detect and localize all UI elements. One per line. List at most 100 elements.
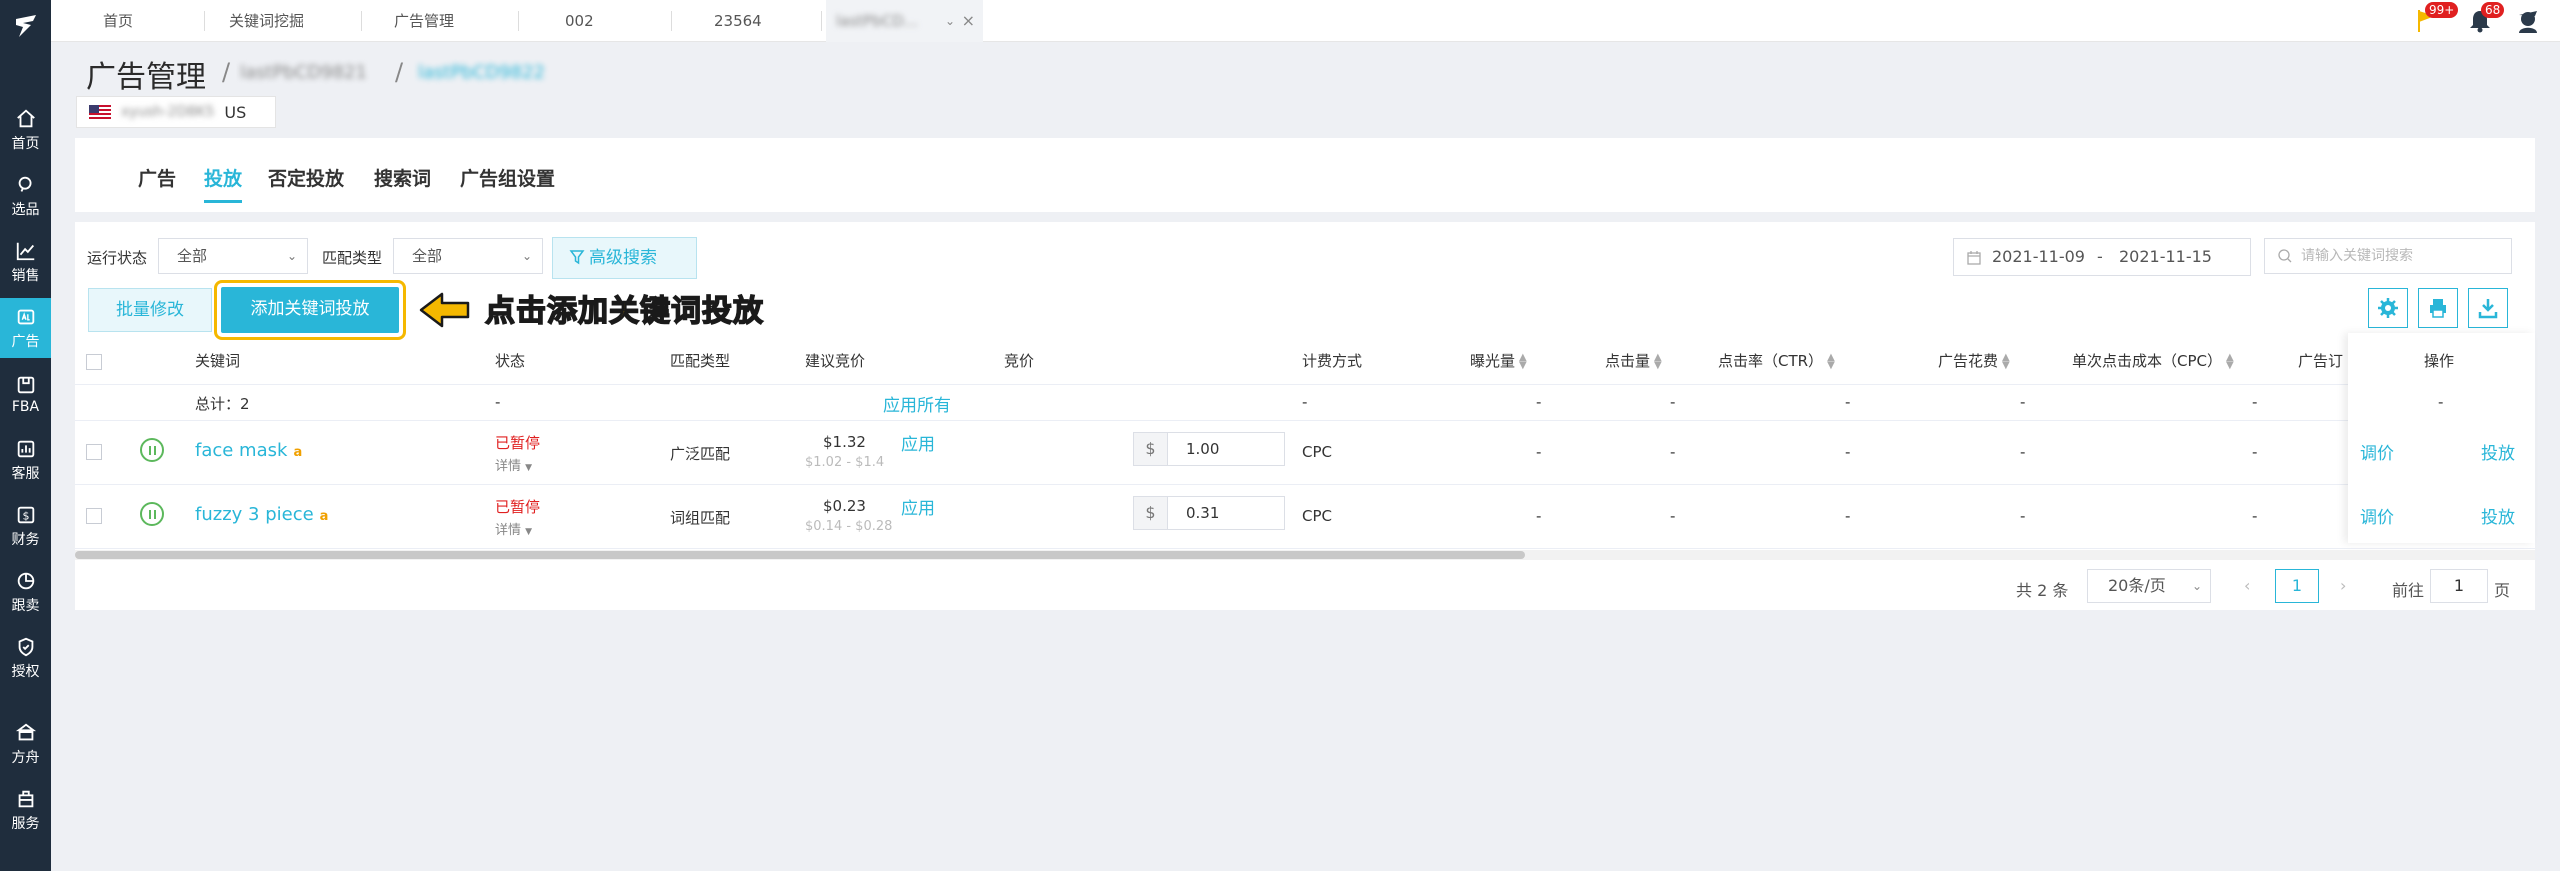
- match-type: 广泛匹配: [670, 445, 731, 463]
- page-size-select[interactable]: 20条/页 ⌄: [2087, 569, 2211, 603]
- sidebar-item-selection[interactable]: 选品: [0, 166, 51, 226]
- apply-link[interactable]: 应用: [901, 494, 935, 519]
- advanced-search-button[interactable]: 高级搜索: [552, 237, 697, 279]
- sidebar-item-label: 财务: [11, 531, 40, 548]
- match-type-select[interactable]: 全部 ⌄: [393, 238, 543, 274]
- page-number-current[interactable]: 1: [2275, 569, 2319, 603]
- close-icon[interactable]: ×: [962, 0, 975, 42]
- breadcrumb-separator: /: [222, 58, 231, 86]
- sidebar-item-ads[interactable]: 广告: [0, 298, 51, 358]
- tab-separator: [821, 11, 822, 31]
- tab-targeting[interactable]: 投放: [204, 164, 243, 203]
- flag-badge: 99+: [2425, 2, 2459, 18]
- date-range-picker[interactable]: 2021-11-09 - 2021-11-15: [1953, 238, 2251, 276]
- bid-input[interactable]: $ 1.00: [1133, 432, 1285, 466]
- chevron-down-icon[interactable]: ⌄: [945, 0, 955, 42]
- header-impressions[interactable]: 曝光量 ▲ ▼: [1470, 350, 1527, 371]
- tab-ad-management[interactable]: 广告管理: [394, 0, 454, 42]
- keyword-search-input[interactable]: 请输入关键词搜索: [2264, 238, 2512, 274]
- tab-current-label: lastPbCD...: [836, 12, 918, 30]
- header-cpc-label: 单次点击成本（CPC）: [2072, 352, 2222, 370]
- place-link[interactable]: 投放: [2481, 503, 2515, 528]
- user-avatar[interactable]: [2513, 6, 2543, 36]
- bell-notification[interactable]: 68: [2465, 2, 2505, 36]
- header-ctr-label: 点击率（CTR）: [1718, 352, 1824, 370]
- apply-all-link[interactable]: 应用所有: [883, 391, 951, 416]
- run-status-select[interactable]: 全部 ⌄: [158, 238, 308, 274]
- download-button[interactable]: [2468, 288, 2508, 328]
- flag-notification[interactable]: 99+: [2411, 2, 2459, 36]
- settings-button[interactable]: [2368, 288, 2408, 328]
- building-icon: [18, 790, 33, 807]
- impressions: -: [1536, 507, 1542, 525]
- spend: -: [2020, 443, 2026, 461]
- pause-status-icon[interactable]: [140, 502, 164, 526]
- sort-icon[interactable]: ▲ ▼: [2226, 352, 2234, 370]
- app-logo-icon[interactable]: [0, 6, 51, 46]
- place-link[interactable]: 投放: [2481, 439, 2515, 464]
- detail-link[interactable]: 详情 ▼: [495, 519, 532, 538]
- tab-ad-group-settings[interactable]: 广告组设置: [460, 164, 555, 191]
- tab-23564[interactable]: 23564: [714, 0, 762, 42]
- suggested-range: $1.02 - $1.4: [805, 455, 885, 470]
- adjust-price-link[interactable]: 调价: [2360, 439, 2394, 464]
- scrollbar-thumb[interactable]: [75, 551, 1525, 559]
- currency-prefix: $: [1134, 433, 1168, 465]
- sidebar-item-fba[interactable]: FBA: [0, 364, 51, 424]
- keyword-text: fuzzy 3 piece: [195, 504, 314, 525]
- store-selector[interactable]: xyush-2D8K5 US: [76, 96, 276, 128]
- tab-negative-targeting[interactable]: 否定投放: [268, 164, 344, 191]
- status-text: 已暂停: [495, 498, 541, 516]
- sort-icon[interactable]: ▲ ▼: [1654, 352, 1662, 370]
- summary-label: 总计：2: [195, 395, 250, 413]
- next-page-button[interactable]: ›: [2340, 576, 2346, 595]
- sidebar-item-auth[interactable]: 授权: [0, 628, 51, 688]
- bid-value: 0.31: [1186, 504, 1220, 522]
- tab-search-terms[interactable]: 搜索词: [374, 164, 431, 191]
- goto-page-input[interactable]: 1: [2430, 569, 2488, 603]
- amazon-icon: a: [293, 445, 303, 460]
- tab-002[interactable]: 002: [565, 0, 594, 42]
- header-cpc[interactable]: 单次点击成本（CPC） ▲ ▼: [2072, 350, 2234, 371]
- summary-spend: -: [2020, 393, 2026, 411]
- sidebar-item-ark[interactable]: 方舟: [0, 714, 51, 774]
- row-checkbox[interactable]: [86, 508, 102, 524]
- row-checkbox[interactable]: [86, 444, 102, 460]
- horizontal-scrollbar[interactable]: [75, 550, 2535, 560]
- adjust-price-link[interactable]: 调价: [2360, 503, 2394, 528]
- bid-input[interactable]: $ 0.31: [1133, 496, 1285, 530]
- select-all-checkbox[interactable]: [86, 354, 102, 370]
- prev-page-button[interactable]: ‹: [2244, 576, 2250, 595]
- sidebar-item-finance[interactable]: $ 财务: [0, 496, 51, 556]
- header-ctr[interactable]: 点击率（CTR） ▲ ▼: [1718, 350, 1835, 371]
- suggested-range: $0.14 - $0.28: [805, 519, 893, 534]
- tab-current[interactable]: lastPbCD... ⌄ ×: [826, 0, 983, 42]
- header-clicks[interactable]: 点击量 ▲ ▼: [1605, 350, 1662, 371]
- apply-link[interactable]: 应用: [901, 430, 935, 455]
- sort-icon[interactable]: ▲ ▼: [2002, 352, 2010, 370]
- sidebar-item-service[interactable]: 客服: [0, 430, 51, 490]
- store-name: xyush-2D8K5: [121, 104, 215, 120]
- sidebar-item-follow[interactable]: 跟卖: [0, 562, 51, 622]
- pause-status-icon[interactable]: [140, 438, 164, 462]
- tab-home[interactable]: 首页: [103, 0, 133, 42]
- sort-icon[interactable]: ▲ ▼: [1827, 352, 1835, 370]
- keyword-link[interactable]: fuzzy 3 piece a: [195, 504, 328, 525]
- breadcrumb-item[interactable]: lastPbCD9821: [240, 62, 367, 83]
- summary-ctr: -: [1845, 393, 1851, 411]
- sidebar-item-home[interactable]: 首页: [0, 100, 51, 160]
- sidebar-item-label: 客服: [11, 465, 40, 482]
- print-button[interactable]: [2418, 288, 2458, 328]
- tab-ads[interactable]: 广告: [138, 164, 176, 191]
- sort-icon[interactable]: ▲ ▼: [1519, 352, 1527, 370]
- tab-keyword-mining[interactable]: 关键词挖掘: [229, 0, 304, 42]
- header-spend[interactable]: 广告花费 ▲ ▼: [1938, 350, 2010, 371]
- sidebar-item-services[interactable]: 服务: [0, 780, 51, 840]
- keyword-link[interactable]: face mask a: [195, 440, 302, 461]
- detail-link[interactable]: 详情 ▼: [495, 455, 532, 474]
- sidebar-item-sales[interactable]: 销售: [0, 232, 51, 292]
- summary-clicks: -: [1670, 393, 1676, 411]
- batch-edit-button[interactable]: 批量修改: [88, 288, 212, 332]
- add-keyword-button[interactable]: 添加关键词投放: [221, 287, 399, 333]
- chevron-down-icon: ⌄: [2191, 579, 2202, 593]
